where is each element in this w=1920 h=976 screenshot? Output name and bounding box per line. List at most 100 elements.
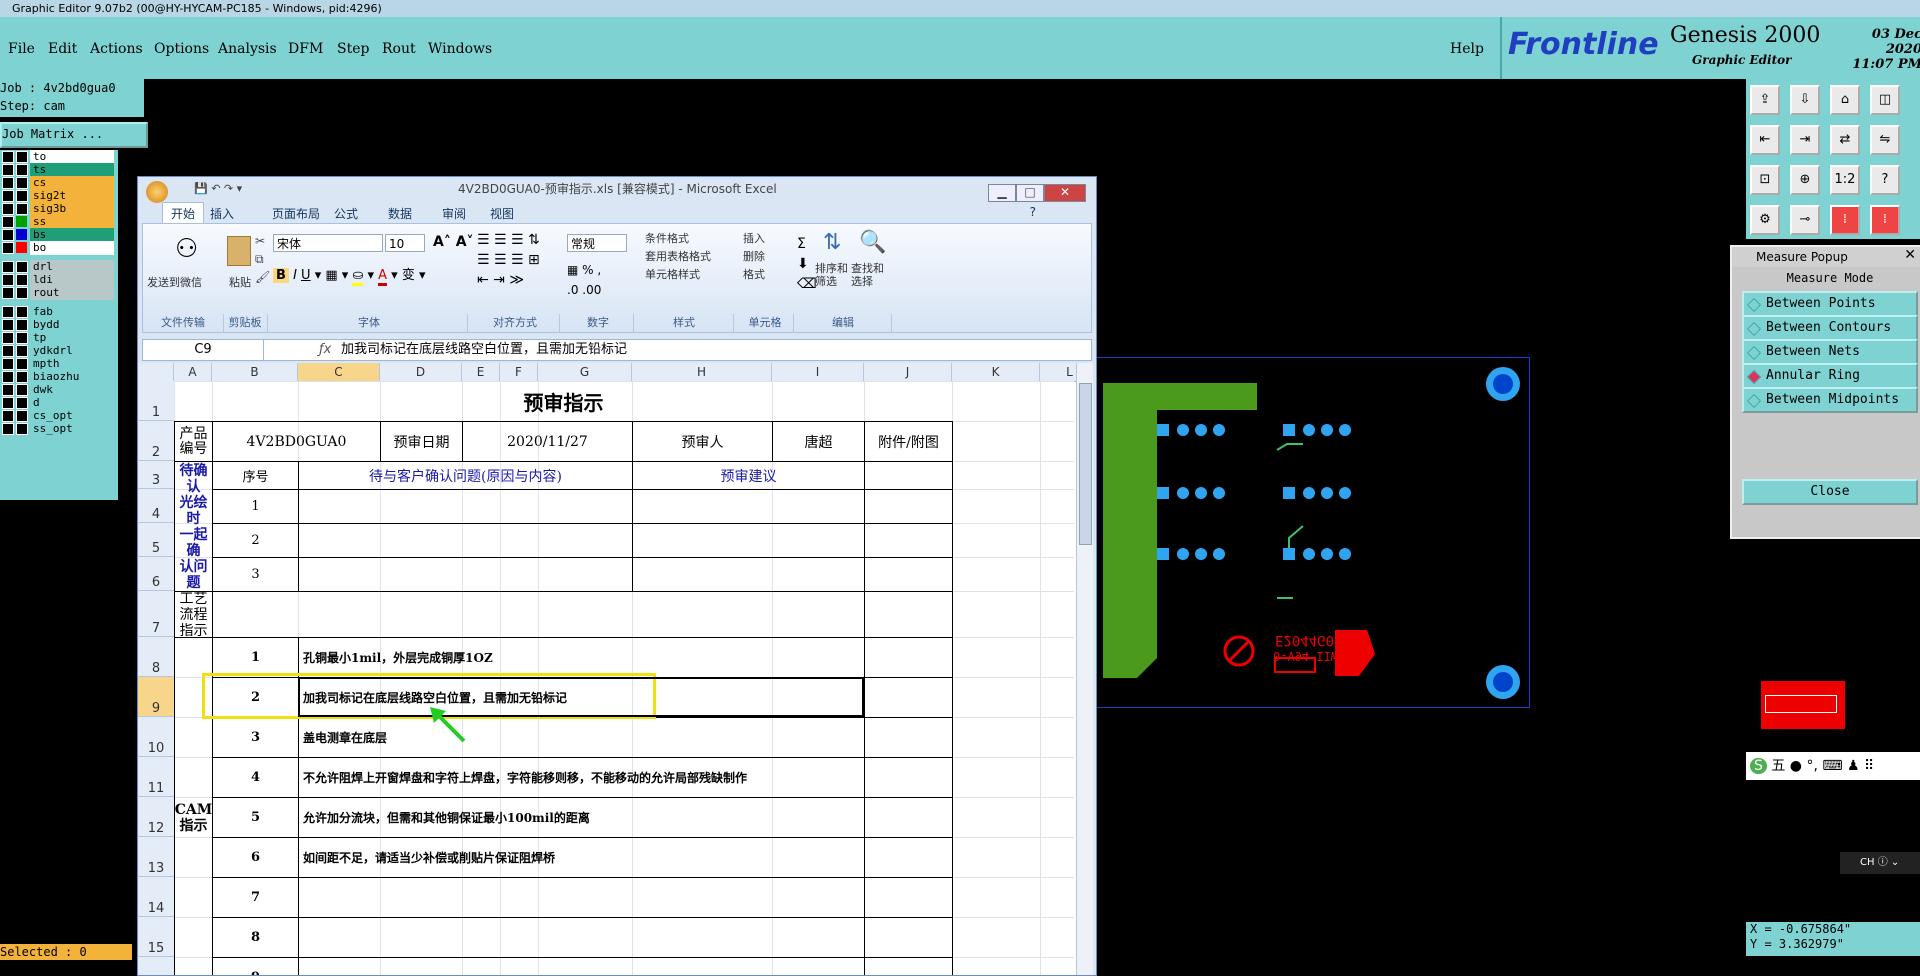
paste-icon[interactable] bbox=[227, 236, 251, 266]
process-label-cell[interactable]: 工艺流程 指示 bbox=[174, 591, 213, 639]
active-cell-border[interactable] bbox=[298, 677, 864, 717]
ribbon-tab[interactable]: 审阅 bbox=[442, 205, 466, 222]
confirm-row-number[interactable]: 2 bbox=[212, 523, 299, 558]
menu-windows[interactable]: Windows bbox=[428, 41, 492, 57]
toolbar-tool-icon[interactable]: ⇩ bbox=[1790, 85, 1820, 115]
ribbon-tab[interactable]: 插入 bbox=[210, 205, 234, 222]
date-cell[interactable]: 2020/11/27 bbox=[462, 421, 633, 462]
cam-item-number[interactable]: 1 bbox=[212, 637, 299, 678]
row-header[interactable]: 5 bbox=[138, 523, 175, 557]
sheet-heading[interactable]: 预审指示 bbox=[174, 381, 953, 422]
column-header[interactable]: B bbox=[212, 363, 298, 382]
minimize-icon[interactable]: ▁ bbox=[988, 184, 1016, 202]
menu-options[interactable]: Options bbox=[154, 41, 209, 57]
layer-checkbox[interactable] bbox=[2, 229, 14, 241]
row-header[interactable]: 7 bbox=[138, 591, 175, 637]
row-header[interactable]: 12 bbox=[138, 797, 175, 837]
row-header[interactable]: 9 bbox=[138, 677, 175, 717]
insert-button[interactable]: 插入 bbox=[743, 230, 765, 248]
ribbon-tab[interactable]: 开始 bbox=[162, 202, 205, 224]
measure-option[interactable]: Annular Ring bbox=[1742, 363, 1918, 389]
cam-item-number[interactable]: 9 bbox=[212, 957, 299, 975]
cam-item-number[interactable]: 6 bbox=[212, 837, 299, 878]
column-header[interactable]: J bbox=[864, 363, 952, 382]
layer-affected-box[interactable] bbox=[16, 345, 28, 357]
layer-affected-box[interactable] bbox=[16, 261, 28, 273]
layer-row[interactable]: ldi bbox=[0, 273, 118, 287]
table-format-button[interactable]: 套用表格格式 bbox=[645, 248, 711, 266]
product-number-cell[interactable]: 4V2BD0GUA0 bbox=[212, 421, 381, 462]
confirm-attachment-cell[interactable] bbox=[864, 557, 953, 592]
menu-rout[interactable]: Rout bbox=[382, 41, 416, 57]
cam-item-attachment[interactable] bbox=[864, 677, 953, 718]
confirm-suggestion-cell[interactable] bbox=[632, 523, 865, 558]
font-grow-icons[interactable]: A˄ A˅ bbox=[433, 234, 474, 250]
help-icon[interactable]: ? bbox=[1030, 205, 1036, 219]
product-label-cell[interactable]: 产品 编号 bbox=[174, 421, 213, 462]
font-size-select[interactable]: 10 bbox=[385, 234, 425, 252]
measure-close-button[interactable]: Close bbox=[1742, 479, 1918, 505]
layer-row[interactable]: tp bbox=[0, 331, 118, 345]
layer-row[interactable]: mpth bbox=[0, 357, 118, 371]
cam-item-text[interactable] bbox=[298, 957, 865, 975]
layer-row[interactable]: ydkdrl bbox=[0, 344, 118, 358]
confirm-suggestion-cell[interactable] bbox=[632, 557, 865, 592]
toolbar-tool-icon[interactable]: ⚙ bbox=[1750, 205, 1780, 235]
ribbon-tab[interactable]: 页面布局 bbox=[272, 205, 320, 222]
layer-checkbox[interactable] bbox=[2, 242, 14, 254]
cam-item-text[interactable]: 孔铜最小1mil，外层完成铜厚1OZ bbox=[298, 637, 865, 678]
cam-item-attachment[interactable] bbox=[864, 757, 953, 798]
measure-option[interactable]: Between Contours bbox=[1742, 315, 1918, 341]
layer-checkbox[interactable] bbox=[2, 177, 14, 189]
confirm-attachment-cell[interactable] bbox=[864, 523, 953, 558]
seq-label-cell[interactable]: 序号 bbox=[212, 461, 299, 490]
send-wechat-button[interactable]: 发送到微信 bbox=[147, 274, 202, 290]
font-format-icons[interactable]: B I U ▾ ▦ ▾ ⛀ ▾ A ▾ 变 ▾ bbox=[273, 264, 426, 286]
layer-checkbox[interactable] bbox=[2, 332, 14, 344]
toolbar-tool-icon[interactable]: ⁞ bbox=[1870, 205, 1900, 235]
cam-item-number[interactable]: 5 bbox=[212, 797, 299, 838]
cell-style-button[interactable]: 单元格样式 bbox=[645, 266, 711, 284]
confirm-issue-cell[interactable] bbox=[298, 489, 633, 524]
layer-affected-box[interactable] bbox=[16, 371, 28, 383]
measure-option[interactable]: Between Midpoints bbox=[1742, 387, 1918, 413]
layer-checkbox[interactable] bbox=[2, 274, 14, 286]
layer-affected-box[interactable] bbox=[16, 410, 28, 422]
ribbon-tab[interactable]: 数据 bbox=[388, 205, 412, 222]
toolbar-tool-icon[interactable]: ⇥ bbox=[1790, 125, 1820, 155]
layer-row[interactable]: d bbox=[0, 396, 118, 410]
spreadsheet-grid[interactable]: ABCDEFGHIJKL12345678910111213141516预审指示产… bbox=[138, 363, 1076, 975]
cam-item-attachment[interactable] bbox=[864, 717, 953, 758]
layer-checkbox[interactable] bbox=[2, 190, 14, 202]
cam-item-attachment[interactable] bbox=[864, 877, 953, 918]
layer-row[interactable]: bs bbox=[0, 228, 118, 242]
layer-checkbox[interactable] bbox=[2, 164, 14, 176]
maximize-icon[interactable]: □ bbox=[1016, 184, 1044, 202]
column-header[interactable]: E bbox=[462, 363, 500, 382]
layer-affected-box[interactable] bbox=[16, 358, 28, 370]
sort-filter-icon[interactable]: ⇅ bbox=[823, 230, 841, 255]
layer-affected-box[interactable] bbox=[16, 384, 28, 396]
layer-checkbox[interactable] bbox=[2, 423, 14, 435]
layer-affected-box[interactable] bbox=[16, 177, 28, 189]
layer-affected-box[interactable] bbox=[16, 319, 28, 331]
alignment-icons[interactable]: ☰ ☰ ☰ ⇅ ☰ ☰ ☰ ⊞ ⇤ ⇥ ≫ bbox=[477, 230, 540, 290]
job-matrix-button[interactable]: Job Matrix ... bbox=[0, 122, 148, 148]
cam-item-number[interactable]: 4 bbox=[212, 757, 299, 798]
cam-item-text[interactable] bbox=[298, 877, 865, 918]
name-box[interactable]: C9 bbox=[143, 340, 264, 360]
cam-item-attachment[interactable] bbox=[864, 837, 953, 878]
paste-button[interactable]: 粘贴 bbox=[229, 274, 251, 290]
layer-affected-box[interactable] bbox=[16, 274, 28, 286]
layer-checkbox[interactable] bbox=[2, 306, 14, 318]
layer-row[interactable]: sig3b bbox=[0, 202, 118, 216]
toolbar-tool-icon[interactable]: ? bbox=[1870, 165, 1900, 195]
row-header[interactable]: 16 bbox=[138, 957, 175, 975]
quick-access-icons[interactable]: 💾 ↶ ↷ ▾ bbox=[194, 177, 242, 201]
layer-checkbox[interactable] bbox=[2, 345, 14, 357]
layer-row[interactable]: to bbox=[0, 150, 118, 164]
toolbar-tool-icon[interactable]: ⁞ bbox=[1830, 205, 1860, 235]
toolbar-tool-icon[interactable]: ⌂ bbox=[1830, 85, 1860, 115]
close-icon[interactable]: ✕ bbox=[1904, 247, 1916, 263]
attachment-cell[interactable] bbox=[864, 461, 953, 490]
